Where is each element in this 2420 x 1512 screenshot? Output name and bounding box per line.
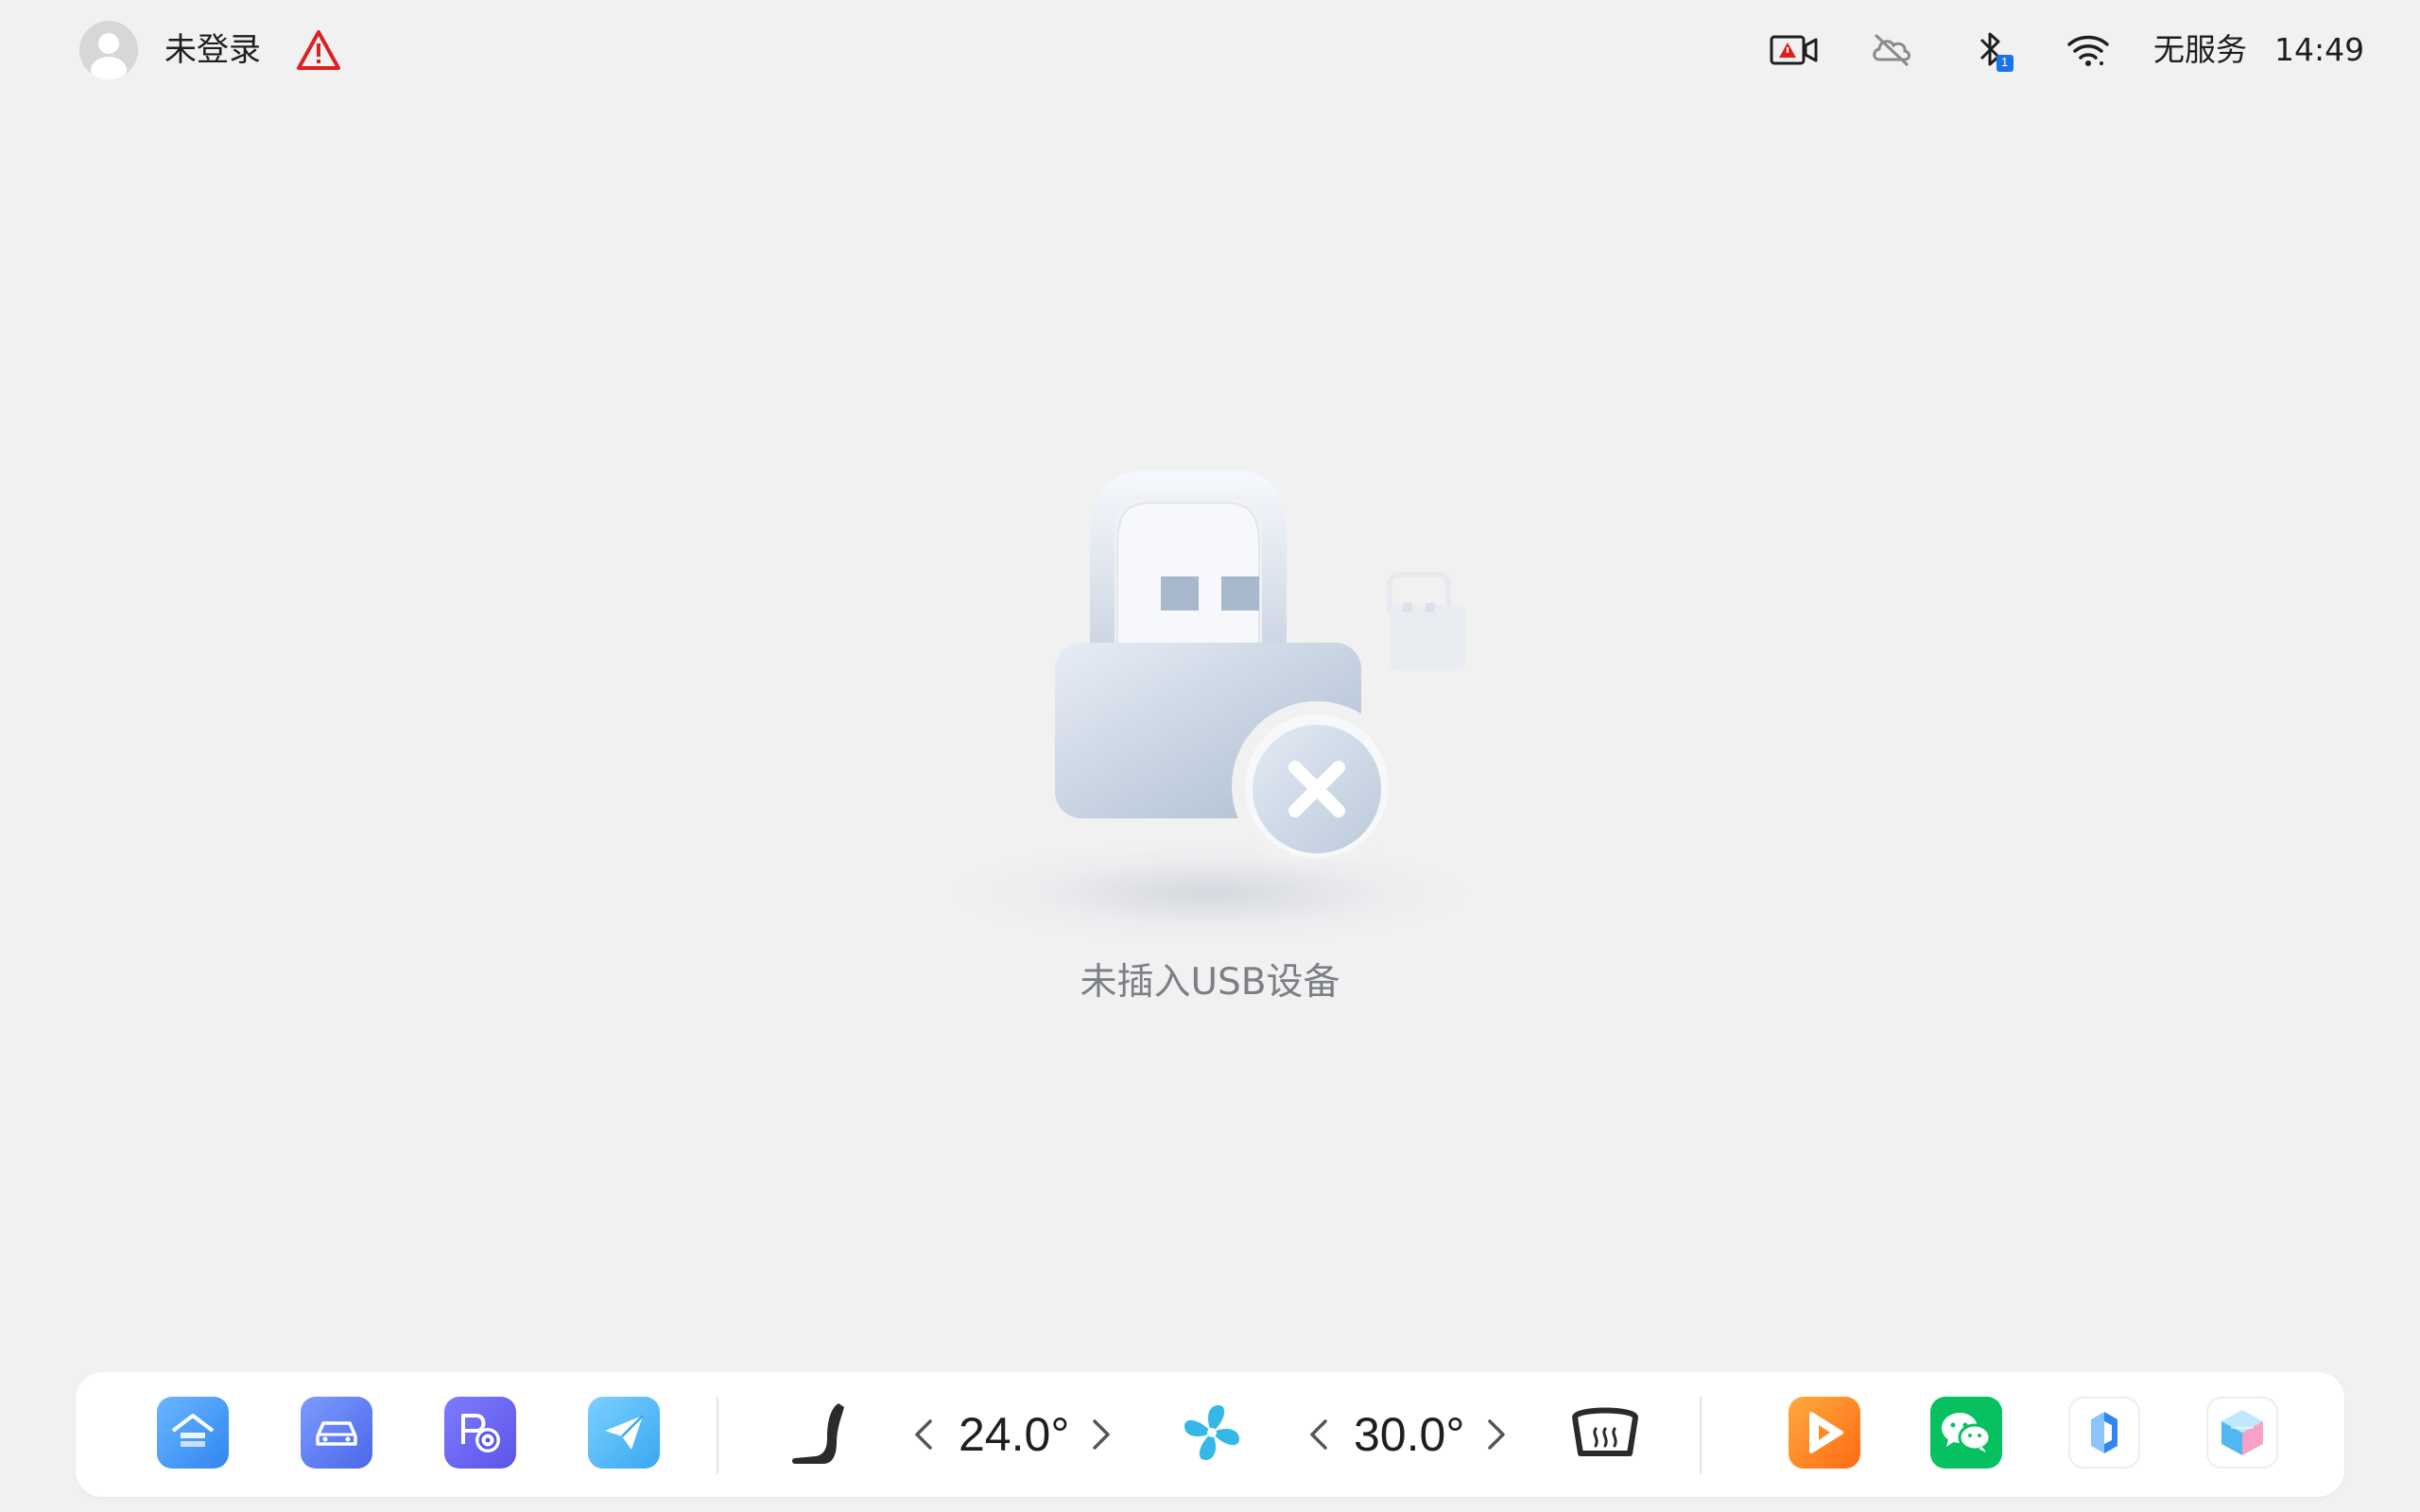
video-app-icon[interactable] (1789, 1397, 1860, 1469)
passenger-temp: 30.0° (1354, 1408, 1465, 1461)
driver-temp: 24.0° (959, 1408, 1070, 1461)
warning-icon[interactable] (296, 28, 341, 72)
empty-state-message: 未插入USB设备 (1080, 961, 1340, 1004)
wifi-icon[interactable] (2066, 28, 2110, 72)
navigation-app-icon[interactable] (588, 1397, 660, 1469)
dock: 24.0° 30.0° (76, 1372, 2344, 1497)
status-bar: 未登录 1 无服务 14:49 (0, 0, 2420, 104)
app-store-icon[interactable] (2068, 1397, 2140, 1469)
rear-defrost-icon[interactable] (1565, 1397, 1645, 1469)
wechat-app-icon[interactable] (1930, 1397, 2002, 1469)
login-status[interactable]: 未登录 (164, 28, 261, 72)
avatar[interactable] (79, 21, 138, 79)
bluetooth-icon[interactable]: 1 (1974, 28, 2017, 72)
driver-temp-down-button[interactable] (909, 1414, 938, 1455)
dashcam-alert-icon[interactable] (1770, 28, 1819, 72)
dock-divider-right (1700, 1397, 1702, 1474)
usb-empty-illustration (1021, 463, 1494, 936)
driver-temp-up-button[interactable] (1087, 1414, 1115, 1455)
cube-app-icon[interactable] (2206, 1397, 2278, 1469)
network-status: 无服务 (2153, 31, 2247, 68)
dock-divider-left (717, 1397, 718, 1474)
passenger-temp-down-button[interactable] (1305, 1414, 1333, 1455)
car-app-icon[interactable] (301, 1397, 372, 1469)
parking-app-icon[interactable] (444, 1397, 516, 1469)
seat-icon[interactable] (781, 1397, 856, 1469)
home-app-icon[interactable] (157, 1397, 229, 1469)
bluetooth-badge: 1 (2001, 55, 2009, 69)
fan-icon[interactable] (1174, 1397, 1250, 1469)
passenger-temp-up-button[interactable] (1482, 1414, 1511, 1455)
clock: 14:49 (2274, 31, 2365, 68)
cloud-off-icon[interactable] (1870, 28, 1913, 72)
